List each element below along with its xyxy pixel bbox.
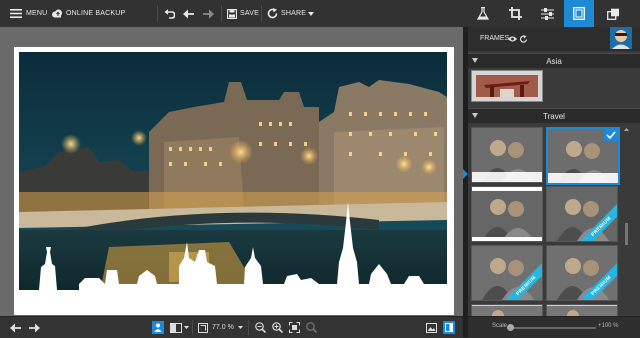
frame-preview: [14, 47, 454, 315]
effects-tab[interactable]: [468, 0, 498, 27]
save-label: SAVE: [240, 10, 259, 17]
frame-thumbnail-travel-5[interactable]: PREMIUM: [471, 245, 543, 301]
travel-frame-preview: [472, 306, 542, 316]
sliders-icon: [540, 7, 554, 20]
adjust-tab[interactable]: [532, 0, 562, 27]
flask-icon: [477, 7, 489, 20]
zoom-in-icon: [272, 322, 283, 333]
bottom-toolbar: 77.0 %: [0, 316, 463, 338]
scale-value: +100 %: [598, 323, 619, 329]
image-panel-icon: [426, 322, 437, 333]
arrow-right-icon: [29, 323, 40, 332]
fit-screen-icon: [289, 322, 300, 333]
paris-night-photo: [19, 52, 447, 302]
frame-thumbnail-travel-8[interactable]: [546, 304, 618, 316]
menu-label: MENU: [26, 10, 48, 17]
save-button[interactable]: SAVE: [227, 0, 259, 27]
frames-panel: FRAMES Asia Travel PREMIUM PREMIUM PREMI…: [468, 27, 640, 316]
frame-thumbnail-asia[interactable]: [471, 70, 543, 102]
eye-icon[interactable]: [508, 36, 517, 42]
layers-icon: [606, 8, 619, 20]
cloud-icon: [52, 9, 62, 18]
arrow-left-icon: [10, 323, 21, 332]
scale-slider[interactable]: [507, 324, 596, 331]
fit-icon: [198, 322, 208, 333]
frame-thumbnail-travel-4[interactable]: PREMIUM: [546, 186, 618, 242]
photo-preview: [19, 52, 447, 302]
compare-icon: [170, 322, 182, 333]
travel-frame-preview: [472, 128, 542, 182]
layers-tab[interactable]: [598, 0, 628, 27]
frame-thumbnail-travel-6[interactable]: PREMIUM: [546, 245, 618, 301]
panel-title: FRAMES: [480, 35, 510, 42]
section-travel-header[interactable]: Travel: [468, 108, 640, 123]
zoom-select[interactable]: 77.0 %: [198, 317, 243, 338]
undo-button[interactable]: [164, 0, 175, 27]
asia-frame-preview: [472, 71, 542, 101]
canvas-area: [0, 27, 463, 316]
chevron-down-icon: [184, 326, 189, 329]
zoom-out-button[interactable]: [255, 317, 266, 338]
divider: [221, 5, 222, 22]
chevron-down-icon: [237, 326, 243, 329]
section-travel-label: Travel: [543, 111, 565, 121]
travel-frame-preview: [472, 187, 542, 241]
arrow-left-icon: [183, 9, 194, 18]
frame-icon: [573, 7, 585, 20]
arrow-right-icon: [203, 9, 214, 18]
frame-thumbnail-travel-2[interactable]: [546, 127, 620, 185]
section-asia-header[interactable]: Asia: [468, 53, 640, 68]
collapse-triangle-icon: [472, 113, 478, 118]
toggle-panel-button[interactable]: [443, 321, 455, 334]
hamburger-icon: [10, 9, 22, 18]
share-label: SHARE: [281, 10, 307, 17]
crop-icon: [508, 7, 522, 20]
online-backup-button[interactable]: ONLINE BACKUP: [51, 0, 125, 27]
undo-icon: [164, 8, 175, 19]
refresh-share-icon: [267, 8, 278, 19]
zoom-out-icon: [255, 322, 266, 333]
actual-size-button[interactable]: [306, 317, 317, 338]
scale-label: Scale: [492, 323, 508, 329]
travel-frame-preview: [548, 129, 618, 183]
section-asia-label: Asia: [546, 56, 562, 66]
divider: [261, 5, 262, 22]
panel-header: FRAMES: [468, 27, 640, 51]
avatar[interactable]: [602, 27, 636, 51]
scale-slider-handle[interactable]: [507, 324, 514, 331]
crop-tab[interactable]: [500, 0, 530, 27]
zoom-in-button[interactable]: [272, 317, 283, 338]
frame-thumbnail-travel-7[interactable]: [471, 304, 543, 316]
online-backup-label: ONLINE BACKUP: [66, 10, 126, 17]
divider: [192, 320, 193, 335]
menu-button[interactable]: MENU: [10, 0, 47, 27]
previous-image-button[interactable]: [10, 317, 22, 338]
collapse-triangle-icon: [472, 58, 478, 63]
panel-scrollbar[interactable]: [623, 127, 630, 316]
sidebar-icon: [445, 323, 453, 332]
frame-thumbnail-travel-1[interactable]: [471, 127, 543, 183]
floppy-icon: [227, 8, 237, 19]
travel-frame-preview: [547, 306, 617, 316]
compare-view-button[interactable]: [170, 317, 189, 338]
frame-thumbnail-travel-3[interactable]: [471, 186, 543, 242]
chevron-down-icon: [308, 11, 315, 16]
back-button[interactable]: [183, 0, 195, 27]
scale-bar: Scale +100 %: [468, 316, 640, 338]
fit-to-screen-button[interactable]: [289, 317, 300, 338]
divider: [248, 320, 249, 335]
zoom-value: 77.0 %: [212, 324, 234, 331]
next-image-button[interactable]: [28, 317, 40, 338]
magnifier-icon: [306, 322, 317, 333]
top-toolbar: MENU ONLINE BACKUP SAVE SHARE: [0, 0, 640, 28]
reset-icon[interactable]: [520, 35, 528, 43]
toggle-histogram-button[interactable]: [426, 317, 437, 338]
single-view-button[interactable]: [152, 321, 164, 334]
forward-button[interactable]: [202, 0, 214, 27]
person-icon: [154, 323, 162, 332]
scrollbar-track: [624, 128, 629, 245]
frames-tab[interactable]: [564, 0, 594, 27]
share-button[interactable]: SHARE: [267, 0, 315, 27]
divider: [157, 5, 158, 22]
